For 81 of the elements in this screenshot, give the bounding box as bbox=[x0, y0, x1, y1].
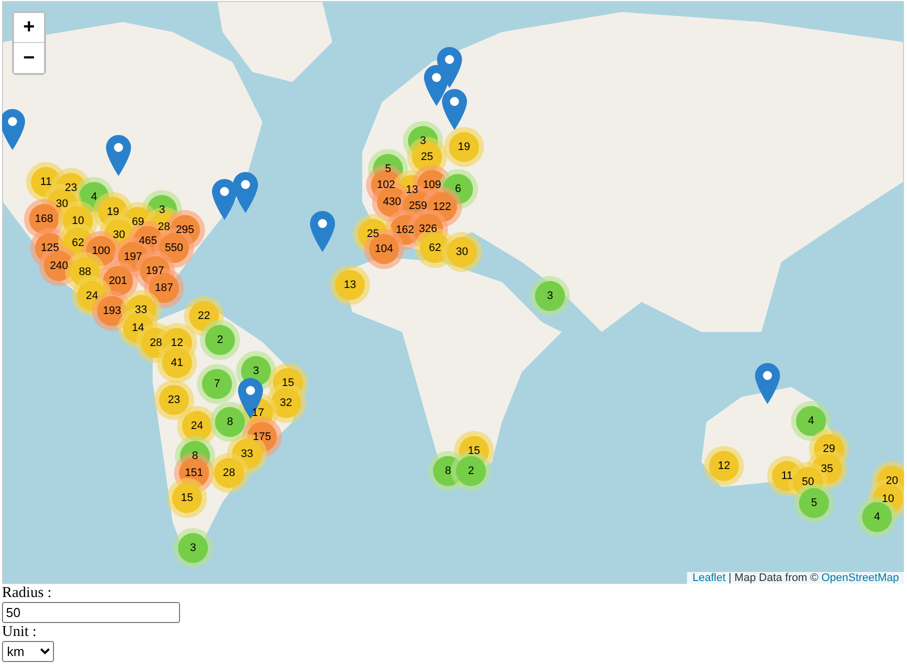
cluster-marker[interactable]: 30 bbox=[109, 225, 129, 245]
cluster-marker[interactable]: 2 bbox=[461, 461, 481, 481]
cluster-marker[interactable]: 35 bbox=[817, 459, 837, 479]
cluster-marker[interactable]: 3 bbox=[246, 361, 266, 381]
cluster-marker[interactable]: 22 bbox=[194, 306, 214, 326]
cluster-marker[interactable]: 197 bbox=[123, 247, 143, 267]
openstreetmap-link[interactable]: OpenStreetMap bbox=[821, 572, 899, 584]
cluster-marker[interactable]: 4 bbox=[801, 411, 821, 431]
cluster-marker[interactable]: 41 bbox=[167, 353, 187, 373]
attribution-text: | Map Data from © bbox=[728, 572, 818, 584]
cluster-marker[interactable]: 24 bbox=[82, 286, 102, 306]
cluster-marker[interactable]: 122 bbox=[432, 197, 452, 217]
cluster-marker[interactable]: 24 bbox=[187, 416, 207, 436]
radius-input[interactable]: 50 bbox=[2, 602, 180, 623]
cluster-marker[interactable]: 50 bbox=[798, 472, 818, 492]
cluster-marker[interactable]: 32 bbox=[276, 393, 296, 413]
radius-label: Radius : bbox=[2, 584, 53, 602]
cluster-marker[interactable]: 11 bbox=[36, 172, 56, 192]
cluster-marker[interactable]: 125 bbox=[40, 238, 60, 258]
map-pin-icon[interactable] bbox=[106, 135, 131, 176]
unit-select[interactable]: km bbox=[2, 641, 54, 662]
cluster-marker[interactable]: 240 bbox=[49, 256, 69, 276]
cluster-marker[interactable]: 28 bbox=[146, 333, 166, 353]
cluster-marker[interactable]: 10 bbox=[68, 211, 88, 231]
cluster-marker[interactable]: 3 bbox=[540, 286, 560, 306]
cluster-marker[interactable]: 8 bbox=[220, 412, 240, 432]
cluster-marker[interactable]: 168 bbox=[34, 209, 54, 229]
leaflet-link[interactable]: Leaflet bbox=[692, 572, 726, 584]
cluster-marker[interactable]: 19 bbox=[454, 137, 474, 157]
cluster-marker[interactable]: 295 bbox=[175, 220, 195, 240]
cluster-marker[interactable]: 5 bbox=[804, 493, 824, 513]
cluster-marker[interactable]: 10 bbox=[878, 489, 898, 509]
cluster-marker[interactable]: 162 bbox=[395, 220, 415, 240]
cluster-marker[interactable]: 326 bbox=[418, 219, 438, 239]
cluster-marker[interactable]: 7 bbox=[207, 374, 227, 394]
map-pin-icon[interactable] bbox=[442, 89, 467, 130]
map-pin-icon[interactable] bbox=[238, 378, 263, 419]
cluster-marker[interactable]: 62 bbox=[425, 238, 445, 258]
cluster-marker[interactable]: 4 bbox=[867, 507, 887, 527]
cluster-marker[interactable]: 13 bbox=[340, 275, 360, 295]
unit-label: Unit : bbox=[2, 623, 38, 641]
cluster-marker[interactable]: 550 bbox=[164, 238, 184, 258]
cluster-marker[interactable]: 19 bbox=[103, 202, 123, 222]
cluster-marker[interactable]: 3 bbox=[183, 538, 203, 558]
cluster-marker[interactable]: 6 bbox=[448, 179, 468, 199]
cluster-marker[interactable]: 151 bbox=[184, 463, 204, 483]
cluster-marker[interactable]: 175 bbox=[252, 427, 272, 447]
cluster-marker[interactable]: 4 bbox=[84, 187, 104, 207]
cluster-marker[interactable]: 23 bbox=[164, 390, 184, 410]
zoom-in-button[interactable]: + bbox=[14, 13, 44, 43]
cluster-marker[interactable]: 88 bbox=[75, 262, 95, 282]
cluster-marker[interactable]: 33 bbox=[237, 444, 257, 464]
cluster-marker[interactable]: 259 bbox=[408, 196, 428, 216]
cluster-marker[interactable]: 465 bbox=[138, 231, 158, 251]
map-pin-icon[interactable] bbox=[437, 47, 462, 88]
cluster-marker[interactable]: 62 bbox=[68, 233, 88, 253]
cluster-marker[interactable]: 14 bbox=[128, 318, 148, 338]
cluster-marker[interactable]: 15 bbox=[177, 488, 197, 508]
cluster-marker[interactable]: 2 bbox=[210, 330, 230, 350]
cluster-marker[interactable]: 11 bbox=[777, 466, 797, 486]
cluster-marker[interactable]: 193 bbox=[102, 301, 122, 321]
cluster-marker[interactable]: 201 bbox=[108, 271, 128, 291]
cluster-marker[interactable]: 8 bbox=[438, 461, 458, 481]
cluster-marker[interactable]: 104 bbox=[374, 239, 394, 259]
cluster-marker[interactable]: 29 bbox=[819, 439, 839, 459]
cluster-marker[interactable]: 430 bbox=[382, 192, 402, 212]
cluster-marker[interactable]: 25 bbox=[417, 147, 437, 167]
cluster-marker[interactable]: 187 bbox=[154, 278, 174, 298]
cluster-marker[interactable]: 30 bbox=[452, 242, 472, 262]
cluster-marker[interactable]: 15 bbox=[464, 441, 484, 461]
map-pin-icon[interactable] bbox=[310, 211, 335, 252]
map-pin-icon[interactable] bbox=[212, 179, 237, 220]
cluster-marker[interactable]: 28 bbox=[219, 463, 239, 483]
map-pin-icon[interactable] bbox=[755, 363, 780, 404]
cluster-marker[interactable]: 100 bbox=[91, 241, 111, 261]
cluster-marker[interactable]: 12 bbox=[167, 333, 187, 353]
map-pin-icon[interactable] bbox=[233, 172, 258, 213]
cluster-marker[interactable]: 12 bbox=[714, 456, 734, 476]
map-pin-icon[interactable] bbox=[2, 109, 25, 150]
cluster-marker[interactable]: 15 bbox=[278, 373, 298, 393]
cluster-marker[interactable]: 109 bbox=[422, 175, 442, 195]
